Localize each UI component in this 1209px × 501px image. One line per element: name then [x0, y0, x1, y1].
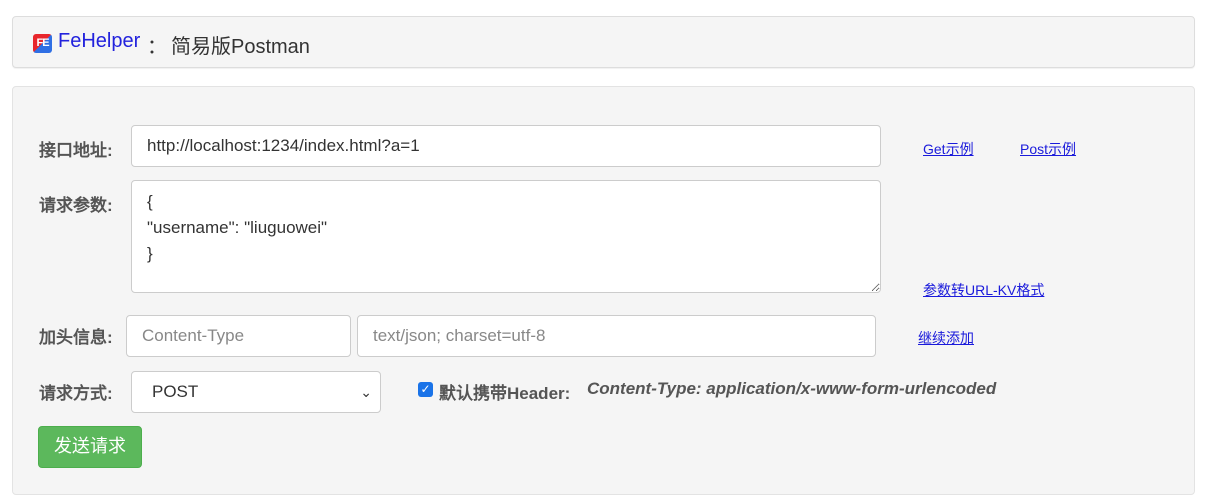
- params-textarea[interactable]: [131, 180, 881, 293]
- post-example-link[interactable]: Post示例: [1020, 139, 1076, 159]
- request-form-panel: 接口地址: Get示例 Post示例 请求参数: 参数转URL-KV格式 加头信…: [12, 86, 1195, 495]
- header-value-input[interactable]: [357, 315, 876, 357]
- default-header-value: Content-Type: application/x-www-form-url…: [587, 379, 997, 398]
- params-label: 请求参数:: [39, 196, 113, 215]
- page-title: 简易版Postman: [171, 36, 310, 58]
- method-select[interactable]: POST ⌄: [131, 371, 381, 413]
- default-header-label: 默认携带Header:: [439, 384, 571, 403]
- method-label: 请求方式:: [39, 384, 113, 403]
- convert-to-kv-link[interactable]: 参数转URL-KV格式: [923, 280, 1044, 300]
- url-input[interactable]: [131, 125, 881, 167]
- get-example-link[interactable]: Get示例: [923, 139, 974, 159]
- header-key-input[interactable]: [126, 315, 351, 357]
- method-selected-value: POST: [152, 382, 199, 401]
- default-header-checkbox[interactable]: ✓: [418, 382, 433, 397]
- brand-separator: ：: [147, 36, 167, 58]
- chevron-down-icon: ⌄: [360, 384, 372, 400]
- headers-label: 加头信息:: [39, 328, 113, 347]
- add-header-link[interactable]: 继续添加: [918, 328, 974, 348]
- brand-link[interactable]: FeHelper: [58, 30, 140, 53]
- send-request-button[interactable]: 发送请求: [38, 426, 142, 468]
- url-label: 接口地址:: [39, 141, 113, 160]
- fehelper-logo-icon: FE: [33, 34, 52, 53]
- header-panel: FE FeHelper ： 简易版Postman: [12, 16, 1195, 68]
